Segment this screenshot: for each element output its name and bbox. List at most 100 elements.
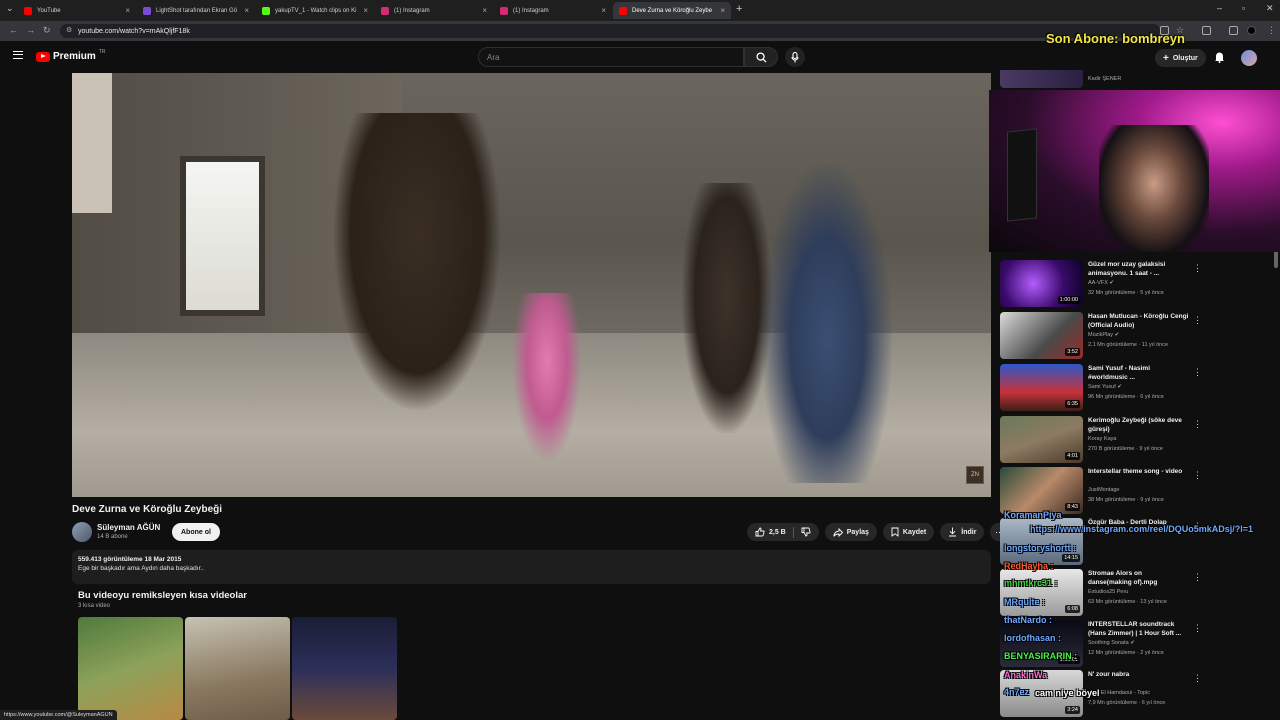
recommendation-title[interactable]: INTERSTELLAR soundtrack (Hans Zimmer) | … (1088, 621, 1248, 638)
youtube-premium-logo[interactable]: Premium TR (36, 49, 105, 62)
kick-favicon-icon (262, 6, 270, 15)
save-label: Kaydet (902, 528, 927, 536)
maximize-icon[interactable]: ▫ (1242, 3, 1245, 13)
recommendation-thumbnail[interactable]: 1:00:00 (1000, 260, 1083, 307)
chat-username: AnakinWa (1004, 670, 1048, 680)
video-actions: 2,5 B Paylaş Kaydet İndir ⋯ (747, 523, 1009, 541)
recommendation-channel[interactable]: Soothing Sonata ✔ (1088, 640, 1135, 646)
close-tab-icon[interactable]: × (601, 6, 606, 15)
chat-username: KoramanPiya (1004, 510, 1062, 520)
dislike-button[interactable] (801, 527, 811, 537)
page-scrollbar[interactable] (1274, 250, 1278, 268)
search-input[interactable]: Ara (478, 47, 744, 67)
more-options-icon[interactable]: ⋮ (1193, 624, 1202, 633)
close-tab-icon[interactable]: × (363, 6, 368, 15)
create-button[interactable]: + Oluştur (1155, 49, 1206, 67)
close-tab-icon[interactable]: × (125, 6, 130, 15)
short-video-thumbnail[interactable] (78, 617, 183, 720)
forward-icon[interactable]: → (26, 25, 35, 35)
verified-icon: ✔ (1117, 384, 1122, 390)
short-video-thumbnail[interactable] (185, 617, 290, 720)
more-options-icon[interactable]: ⋮ (1193, 674, 1202, 683)
new-tab-icon[interactable]: + (736, 3, 742, 15)
recommendation-item[interactable]: 4:01 Kerimoğlu Zeybeği (söke deve güreşi… (1000, 416, 1270, 466)
download-icon (949, 527, 957, 537)
recommendation-title[interactable]: Hasan Mutlucan - Köroğlu Cengi (Official… (1088, 313, 1248, 330)
close-tab-icon[interactable]: × (244, 6, 249, 15)
browser-tab[interactable]: LightShot tarafından Ekran Gö × (137, 2, 255, 19)
recommendation-channel[interactable]: JustMontage (1088, 487, 1120, 493)
recommendation-thumbnail[interactable]: 6:08 (1000, 569, 1083, 616)
window-close-icon[interactable]: ✕ (1266, 3, 1274, 14)
menu-icon[interactable] (13, 51, 23, 59)
recommendation-title[interactable]: Stromae Alors on danse(making of).mpg (1088, 570, 1248, 587)
back-icon[interactable]: ← (9, 25, 18, 35)
extensions-icon[interactable] (1202, 26, 1211, 35)
download-button[interactable]: İndir (940, 523, 985, 541)
description-box[interactable]: 559.413 görüntüleme 18 Mar 2015 Ege bir … (72, 550, 991, 584)
save-button[interactable]: Kaydet (882, 523, 935, 541)
address-bar[interactable]: ⚙ youtube.com/watch?v=mAkQljfF18k (60, 24, 1160, 38)
recommendation-channel[interactable]: MüzikPlay ✔ (1088, 332, 1119, 338)
duration-badge: 3:24 (1065, 706, 1080, 714)
voice-search-button[interactable] (785, 47, 805, 67)
recommendation-title[interactable]: Güzel mor uzay galaksisi animasyonu. 1 s… (1088, 261, 1248, 278)
more-options-icon[interactable]: ⋮ (1193, 573, 1202, 582)
recommendation-title[interactable]: Interstellar theme song - video (1088, 468, 1248, 477)
share-button[interactable]: Paylaş (824, 523, 877, 541)
channel-watermark[interactable]: ZN (966, 466, 984, 484)
recommendation-item[interactable]: 3:52 Hasan Mutlucan - Köroğlu Cengi (Off… (1000, 312, 1270, 362)
recommendation-thumbnail[interactable]: 3:52 (1000, 312, 1083, 359)
video-frame-musician (762, 163, 892, 483)
browser-tab[interactable]: (1) Instagram × (494, 2, 612, 19)
minimize-icon[interactable]: – (1217, 3, 1222, 13)
recommendation-channel[interactable]: Koray Kaya (1088, 436, 1116, 442)
more-options-icon[interactable]: ⋮ (1193, 316, 1202, 325)
close-tab-icon[interactable]: × (482, 6, 487, 15)
notifications-bell-icon[interactable] (1214, 51, 1225, 63)
recommendation-title[interactable]: Sami Yusuf - Nasimi #worldmusic ... (1088, 365, 1248, 382)
browser-menu-icon[interactable]: ⋮ (1267, 25, 1276, 36)
recommendation-channel[interactable]: Estudios25 Peru (1088, 589, 1128, 595)
recommendation-thumbnail[interactable]: 8:43 (1000, 467, 1083, 514)
recommendation-title[interactable]: Kerimoğlu Zeybeği (söke deve güreşi) (1088, 417, 1248, 434)
short-video-thumbnail[interactable] (292, 617, 397, 720)
recommendation-item[interactable]: 1:00:00 Güzel mor uzay galaksisi animasy… (1000, 260, 1270, 310)
more-options-icon[interactable]: ⋮ (1193, 471, 1202, 480)
video-title: Deve Zurna ve Köroğlu Zeybeği (72, 504, 223, 515)
video-frame-girl (512, 293, 582, 463)
browser-tab-active[interactable]: Deve Zurna ve Köroğlu Zeybe × (613, 2, 731, 19)
sidepanel-icon[interactable] (1229, 26, 1238, 35)
more-options-icon[interactable]: ⋮ (1193, 420, 1202, 429)
recommendation-thumbnail[interactable]: 6:35 (1000, 364, 1083, 411)
channel-avatar[interactable] (72, 522, 92, 542)
account-avatar[interactable] (1241, 50, 1257, 66)
browser-tab[interactable]: (1) Instagram × (375, 2, 493, 19)
recommendation-thumbnail[interactable]: 4:01 (1000, 416, 1083, 463)
like-dislike-group: 2,5 B (747, 523, 819, 541)
close-tab-icon[interactable]: × (720, 6, 725, 15)
like-button[interactable]: 2,5 B (755, 527, 786, 537)
subscribe-button[interactable]: Abone ol (172, 523, 220, 541)
recommendation-item[interactable]: 6:08 Stromae Alors on danse(making of).m… (1000, 569, 1270, 619)
recommendation-thumbnail[interactable] (1000, 70, 1083, 88)
recommendation-channel[interactable]: Kadir ŞENER (1088, 76, 1121, 82)
search-button[interactable] (744, 47, 778, 67)
recommendation-channel[interactable]: AA-VFX ✔ (1088, 280, 1114, 286)
video-player[interactable]: ZN (72, 73, 991, 497)
recommendation-title[interactable]: N' zour nabra (1088, 671, 1248, 680)
browser-tab[interactable]: yakupTV_1 - Watch clips on Ki × (256, 2, 374, 19)
site-info-icon[interactable]: ⚙ (66, 26, 72, 34)
recommendation-channel[interactable]: Sami Yusuf ✔ (1088, 384, 1122, 390)
channel-name[interactable]: Süleyman AĞÜN (97, 523, 160, 532)
verified-icon: ✔ (1114, 332, 1120, 338)
reload-icon[interactable]: ↻ (43, 25, 51, 36)
profile-icon[interactable] (1247, 26, 1256, 35)
more-options-icon[interactable]: ⋮ (1193, 368, 1202, 377)
tab-search-icon[interactable]: ⌄ (6, 3, 14, 14)
browser-tab[interactable]: YouTube × (18, 2, 136, 19)
recommendation-item[interactable]: 6:35 Sami Yusuf - Nasimi #worldmusic ...… (1000, 364, 1270, 414)
more-options-icon[interactable]: ⋮ (1193, 264, 1202, 273)
share-icon (833, 527, 843, 537)
recommendation-item[interactable]: 1:00:01 INTERSTELLAR soundtrack (Hans Zi… (1000, 620, 1270, 670)
